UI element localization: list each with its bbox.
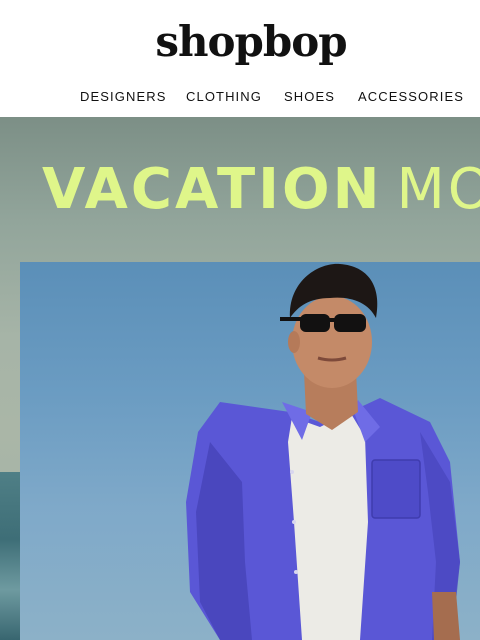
hero-title: VACATION MO <box>42 157 480 223</box>
nav-designers[interactable]: DESIGNERS <box>80 88 166 106</box>
white-tshirt <box>288 412 368 640</box>
sunglasses-left <box>300 314 330 332</box>
face <box>292 296 372 388</box>
hand <box>432 592 460 640</box>
site-header: shopbop DESIGNERS CLOTHING SHOES ACCESSO… <box>0 0 480 117</box>
shirt-button <box>294 570 298 574</box>
page: shopbop DESIGNERS CLOTHING SHOES ACCESSO… <box>0 0 480 640</box>
shirt-button <box>292 520 296 524</box>
hero-title-bold: VACATION <box>42 157 383 222</box>
hero-banner[interactable]: VACATION MO <box>0 117 480 640</box>
nav-shoes[interactable]: SHOES <box>284 88 335 106</box>
hero-photo[interactable] <box>20 262 480 640</box>
shirt-button <box>290 470 294 474</box>
main-nav: DESIGNERS CLOTHING SHOES ACCESSORIES <box>0 88 480 106</box>
man-portrait-illustration <box>186 263 460 640</box>
shirt-pocket <box>371 459 421 519</box>
shopbop-logo[interactable]: shopbop <box>0 14 480 70</box>
hero-title-light: MO <box>396 157 480 222</box>
nav-accessories[interactable]: ACCESSORIES <box>358 88 464 106</box>
nav-clothing[interactable]: CLOTHING <box>186 88 262 106</box>
sunglasses-right <box>334 314 366 332</box>
